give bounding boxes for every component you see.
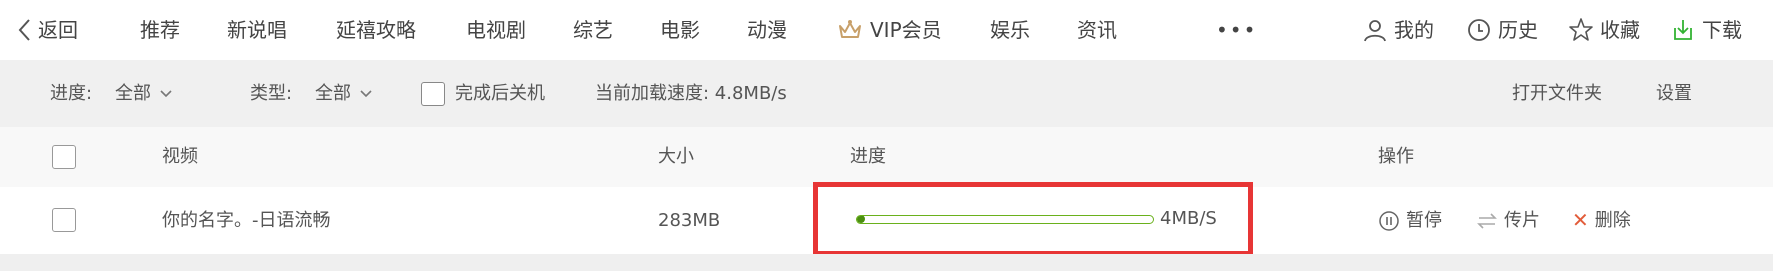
- progress-filter-label: 进度:: [50, 83, 93, 104]
- header-video: 视频: [162, 146, 198, 167]
- header-size: 大小: [658, 146, 694, 167]
- chevron-left-icon: [18, 19, 30, 41]
- mine-button[interactable]: 我的: [1362, 0, 1434, 60]
- type-filter-label: 类型:: [250, 83, 293, 104]
- progress-filter-dropdown[interactable]: 全部: [115, 60, 173, 127]
- progress-filter-value: 全部: [115, 83, 151, 104]
- history-button[interactable]: 历史: [1466, 0, 1538, 60]
- video-name: 你的名字。-日语流畅: [162, 210, 331, 231]
- mine-label: 我的: [1394, 18, 1434, 42]
- select-all-checkbox[interactable]: [52, 145, 76, 169]
- pause-icon: [1379, 210, 1399, 231]
- video-size: 283MB: [658, 210, 721, 231]
- favorites-label: 收藏: [1600, 18, 1640, 42]
- nav-tab-new-rap[interactable]: 新说唱: [227, 0, 287, 60]
- nav-tab-yanxi[interactable]: 延禧攻略: [336, 0, 416, 60]
- download-label: 下载: [1702, 18, 1742, 42]
- table-header: 视频 大小 进度 操作: [0, 127, 1773, 187]
- header-actions: 操作: [1378, 146, 1414, 167]
- favorites-button[interactable]: 收藏: [1568, 0, 1640, 60]
- close-icon: ✕: [1572, 208, 1589, 232]
- type-filter-dropdown[interactable]: 全部: [315, 60, 373, 127]
- shutdown-option[interactable]: 完成后关机: [421, 60, 545, 127]
- nav-tab-vip[interactable]: VIP会员: [836, 0, 942, 60]
- delete-label: 删除: [1594, 210, 1631, 231]
- transfer-label: 传片: [1504, 210, 1540, 231]
- filter-bar: 进度: 全部 类型: 全部 完成后关机 当前加载速度: 4.8MB/s 打开文件…: [0, 60, 1773, 127]
- transfer-button[interactable]: 传片: [1476, 187, 1540, 254]
- nav-tab-movie[interactable]: 电影: [660, 0, 700, 60]
- type-filter-value: 全部: [315, 83, 351, 104]
- header-progress: 进度: [850, 146, 886, 167]
- nav-tab-news[interactable]: 资讯: [1077, 0, 1117, 60]
- shutdown-checkbox[interactable]: [421, 81, 445, 106]
- bottom-strip: [0, 254, 1773, 271]
- open-folder-button[interactable]: 打开文件夹: [1512, 60, 1602, 127]
- crown-icon: [839, 20, 861, 38]
- nav-tab-variety[interactable]: 综艺: [573, 0, 613, 60]
- more-button[interactable]: •••: [1216, 0, 1257, 60]
- user-icon: [1364, 20, 1386, 42]
- nav-tab-recommend[interactable]: 推荐: [140, 0, 180, 60]
- settings-button[interactable]: 设置: [1656, 60, 1692, 127]
- delete-button[interactable]: ✕ 删除: [1572, 187, 1631, 254]
- nav-tab-anime[interactable]: 动漫: [747, 0, 787, 60]
- chevron-down-icon: [160, 89, 172, 97]
- download-speed: 4MB/S: [1160, 208, 1217, 229]
- download-button[interactable]: 下载: [1670, 0, 1742, 60]
- progress-thumb: [857, 216, 865, 223]
- chevron-down-icon: [360, 89, 372, 97]
- nav-tab-entertainment[interactable]: 娱乐: [990, 0, 1030, 60]
- current-speed: 当前加载速度: 4.8MB/s: [595, 83, 787, 104]
- nav-tab-tv[interactable]: 电视剧: [466, 0, 526, 60]
- vip-label: VIP会员: [870, 18, 942, 42]
- row-checkbox[interactable]: [52, 208, 76, 232]
- top-nav: 返回 推荐 新说唱 延禧攻略 电视剧 综艺 电影 动漫 VIP会员 娱乐 资讯 …: [0, 0, 1773, 60]
- clock-icon: [1468, 19, 1490, 41]
- back-button[interactable]: 返回: [16, 0, 78, 60]
- back-label: 返回: [38, 18, 78, 42]
- download-icon: [1674, 20, 1692, 40]
- progress-bar: [856, 215, 1154, 224]
- transfer-icon: [1477, 212, 1497, 229]
- star-icon: [1569, 18, 1593, 41]
- shutdown-label: 完成后关机: [455, 83, 545, 104]
- pause-label: 暂停: [1406, 210, 1442, 231]
- progress-highlight: 4MB/S: [813, 182, 1253, 256]
- pause-button[interactable]: 暂停: [1378, 187, 1442, 254]
- history-label: 历史: [1498, 18, 1538, 42]
